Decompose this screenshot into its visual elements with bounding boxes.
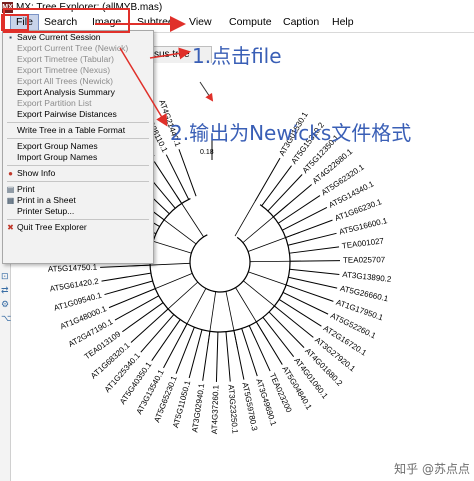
arrow-to-timetree [199,81,214,102]
arrow-to-step1 [149,47,191,60]
annotation-arrows [95,16,214,127]
arrow-to-step2 [119,47,168,127]
